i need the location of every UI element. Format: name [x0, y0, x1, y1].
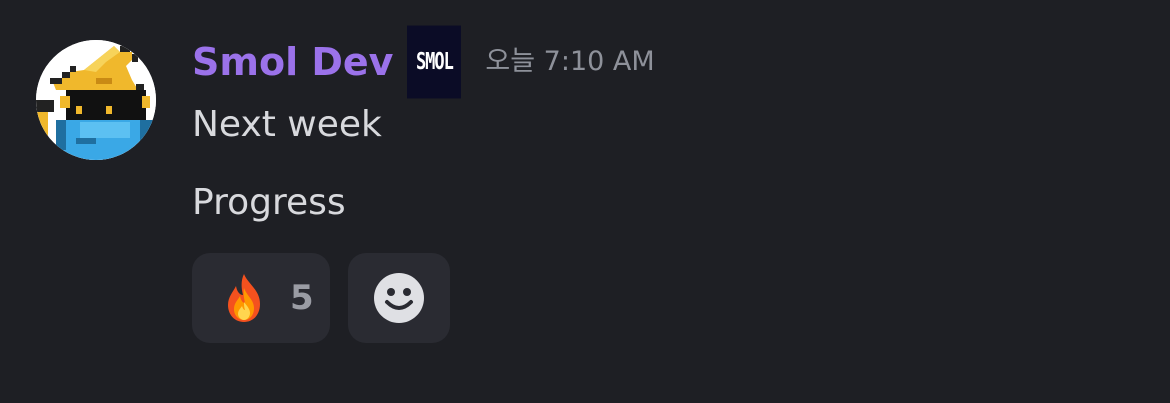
fire-emoji-icon: [228, 274, 260, 322]
reaction-bar: 5: [192, 253, 450, 343]
message-header: Smol Dev SMOL 오늘 7:10 AM: [192, 25, 655, 99]
message-timestamp: 오늘 7:10 AM: [485, 46, 655, 77]
chat-message: Smol Dev SMOL 오늘 7:10 AM Next week Progr…: [0, 0, 1170, 403]
user-avatar[interactable]: [36, 40, 156, 160]
smiley-icon: [374, 273, 424, 323]
pixel-wizard-avatar-icon: [36, 40, 156, 160]
message-text-line: Next week: [192, 104, 382, 145]
reaction-fire-button[interactable]: 5: [192, 253, 330, 343]
add-reaction-button[interactable]: [348, 253, 450, 343]
author-name[interactable]: Smol Dev: [192, 34, 393, 90]
server-tag-badge[interactable]: SMOL: [407, 25, 462, 99]
reaction-count: 5: [290, 278, 314, 318]
message-text-line: Progress: [192, 182, 346, 223]
